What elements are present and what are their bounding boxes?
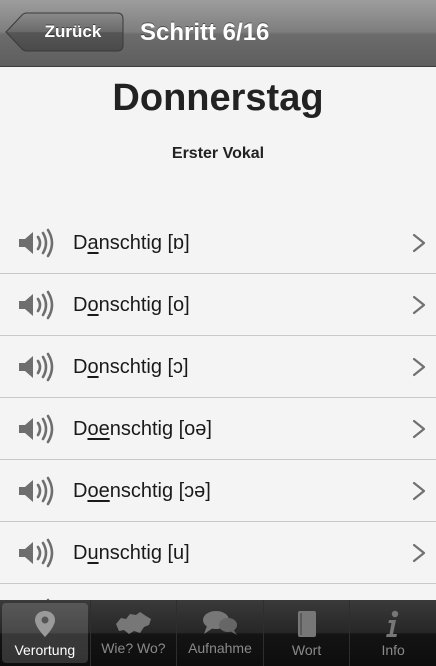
location-pin-icon (34, 611, 55, 637)
chevron-right-icon (412, 233, 426, 253)
tab-label: Verortung (14, 642, 76, 658)
speaker-icon[interactable] (16, 538, 56, 568)
list-item[interactable]: Donschtig [ɔ] (0, 336, 436, 398)
chevron-right-icon (412, 295, 426, 315)
book-icon (297, 611, 316, 637)
variant-label: Donschtig [o] (73, 294, 190, 316)
list-item[interactable]: Dunschtig [u] (0, 522, 436, 584)
tab-wie-wo[interactable]: Wie? Wo? (89, 600, 177, 666)
vowel-underline: o (87, 356, 99, 378)
chevron-right-icon (412, 543, 426, 563)
tab-bar: Verortung Wie? Wo? Aufnahme Wort Info (0, 600, 436, 666)
variant-list: Danschtig [ɒ] Donschtig [o] Donschtig [ɔ… (0, 212, 436, 628)
chevron-right-icon (412, 481, 426, 501)
vowel-underline: a (87, 232, 99, 254)
back-button[interactable]: Zurück (4, 12, 124, 52)
variant-label: Doenschtig [oə] (73, 418, 212, 440)
info-icon (386, 610, 399, 637)
list-item[interactable]: Danschtig [ɒ] (0, 212, 436, 274)
speaker-icon[interactable] (16, 352, 56, 382)
back-button-label: Zurück (44, 22, 102, 41)
speaker-icon[interactable] (16, 414, 56, 444)
chevron-right-icon (412, 357, 426, 377)
speech-bubbles-icon (202, 611, 237, 635)
speaker-icon[interactable] (16, 476, 56, 506)
vowel-underline: u (87, 542, 99, 564)
variant-label: Doenschtig [ɔə] (73, 480, 211, 502)
tab-label: Aufnahme (188, 640, 252, 656)
page-title: Donnerstag (112, 77, 324, 119)
variant-label: Danschtig [ɒ] (73, 232, 190, 254)
tab-label: Info (381, 642, 405, 658)
tab-wort[interactable]: Wort (262, 600, 350, 666)
variant-label: Dunschtig [u] (73, 542, 190, 564)
vowel-underline: oe (87, 418, 110, 440)
nav-title: Schritt 6/16 (140, 19, 270, 46)
tab-verortung[interactable]: Verortung (2, 603, 88, 663)
tab-info[interactable]: Info (349, 600, 436, 666)
tab-label: Wort (291, 642, 322, 658)
chevron-right-icon (412, 419, 426, 439)
speaker-icon[interactable] (16, 228, 56, 258)
list-item[interactable]: Doenschtig [oə] (0, 398, 436, 460)
vowel-underline: oe (87, 480, 110, 502)
page-subtitle: Erster Vokal (171, 145, 265, 162)
variant-label: Donschtig [ɔ] (73, 356, 189, 378)
tab-aufnahme[interactable]: Aufnahme (176, 600, 263, 666)
tab-label: Wie? Wo? (101, 640, 166, 656)
list-item[interactable]: Doenschtig [ɔə] (0, 460, 436, 522)
switzerland-map-icon (116, 612, 152, 634)
navigation-bar: Zurück Schritt 6/16 (0, 0, 436, 67)
speaker-icon[interactable] (16, 290, 56, 320)
vowel-underline: o (87, 294, 99, 316)
list-item[interactable]: Donschtig [o] (0, 274, 436, 336)
